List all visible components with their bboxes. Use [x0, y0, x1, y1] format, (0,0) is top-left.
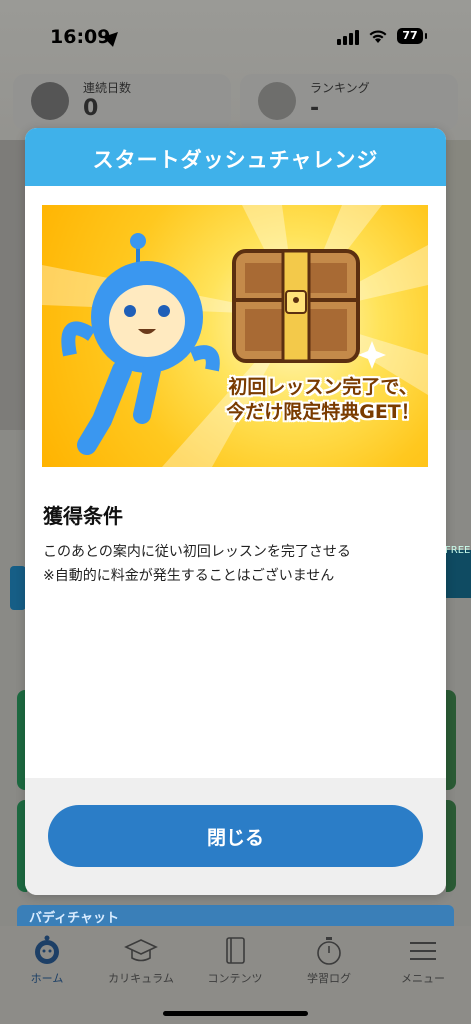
ranking-label: ランキング	[310, 81, 370, 95]
cellular-signal-icon	[337, 30, 359, 45]
hamburger-menu-icon	[410, 942, 436, 960]
wifi-icon	[369, 30, 387, 43]
home-indicator	[163, 1011, 308, 1016]
free-tag: FREE	[445, 545, 471, 556]
modal-title: スタートダッシュチャレンジ	[92, 148, 379, 172]
status-bar: 16:09 77	[0, 0, 471, 74]
tab-menu-label: メニュー	[401, 972, 445, 985]
background-card-edge	[10, 566, 26, 610]
tab-contents-label: コンテンツ	[207, 972, 263, 985]
banner-caption: 初回レッスン完了で、 今だけ限定特典GET！	[218, 375, 428, 425]
tab-study-log[interactable]: 学習ログ	[282, 934, 376, 986]
tab-study-log-label: 学習ログ	[307, 972, 351, 985]
book-icon	[226, 937, 245, 964]
background-lesson-card	[446, 690, 456, 790]
banner-line-1: 初回レッスン完了で、	[228, 376, 418, 398]
streak-label: 連続日数	[83, 81, 132, 95]
robot-avatar-icon	[258, 82, 296, 120]
close-button[interactable]: 閉じる	[48, 805, 423, 867]
treasure-chest-icon	[232, 249, 360, 363]
tab-curriculum[interactable]: カリキュラム	[94, 934, 188, 986]
start-dash-challenge-modal: スタートダッシュチャレンジ 初回レッスン完了で、 今だけ限定特典GET！ 獲得条…	[25, 128, 446, 895]
background-lesson-card	[446, 800, 456, 892]
condition-text: このあとの案内に従い初回レッスンを完了させる	[43, 544, 351, 560]
chat-bubble-icon	[31, 82, 69, 120]
stopwatch-icon	[317, 937, 341, 965]
streak-card[interactable]: 連続日数 0	[13, 74, 231, 130]
campaign-banner: 初回レッスン完了で、 今だけ限定特典GET！	[42, 205, 428, 467]
modal-header: スタートダッシュチャレンジ	[25, 128, 446, 186]
status-time: 16:09	[50, 26, 111, 48]
ranking-value: -	[310, 96, 320, 121]
buddy-chat-label: バディチャット	[29, 911, 119, 926]
tab-home-label: ホーム	[30, 972, 64, 985]
background-free-card	[446, 550, 471, 598]
modal-footer: 閉じる	[25, 778, 446, 895]
graduation-cap-icon	[124, 939, 158, 962]
streak-value: 0	[83, 96, 99, 121]
hero-left-edge	[0, 140, 26, 430]
conditions-heading: 獲得条件	[43, 504, 123, 528]
tab-home[interactable]: ホーム	[0, 934, 94, 986]
banner-illustration	[42, 205, 428, 467]
robot-home-icon	[35, 935, 59, 964]
bottom-tab-bar: ホーム カリキュラム コンテンツ 学習ログ メニュー	[0, 926, 471, 1024]
buddy-chat-card: バディチャット	[17, 905, 454, 927]
hero-right-edge	[446, 140, 471, 430]
tab-curriculum-label: カリキュラム	[108, 972, 174, 985]
robot-mascot-icon	[61, 233, 220, 455]
banner-line-2: 今だけ限定特典GET！	[226, 401, 420, 423]
ranking-card[interactable]: ランキング -	[240, 74, 458, 130]
battery-icon: 77	[397, 28, 427, 44]
tab-menu[interactable]: メニュー	[376, 934, 470, 986]
condition-note: ※自動的に料金が発生することはございません	[43, 568, 335, 584]
tab-contents[interactable]: コンテンツ	[188, 934, 282, 986]
